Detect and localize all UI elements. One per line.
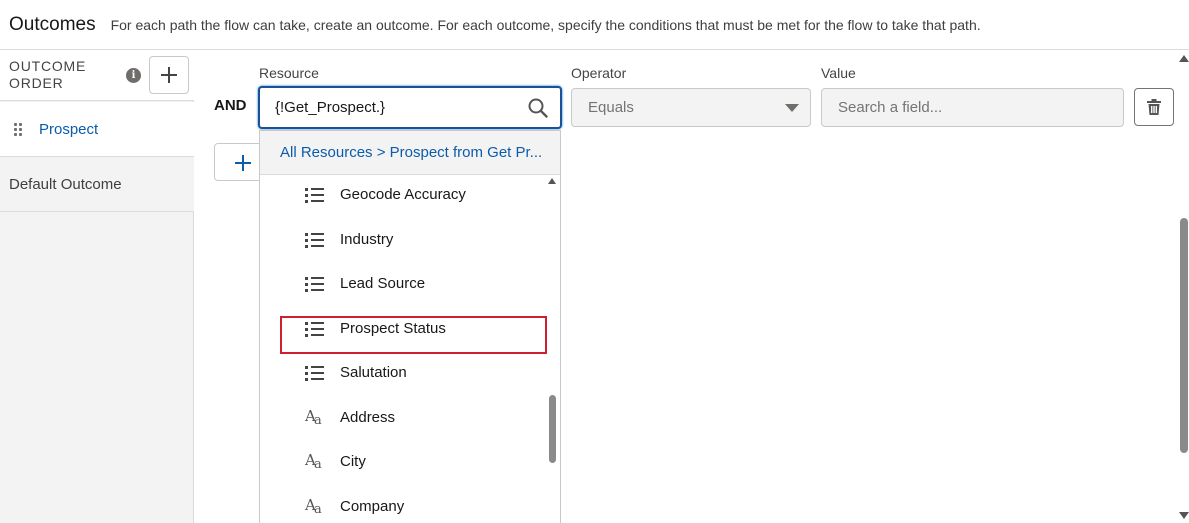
picklist-icon: [304, 364, 326, 382]
dropdown-item-label: Lead Source: [340, 275, 426, 292]
dropdown-item-label: City: [340, 453, 366, 470]
value-label: Value: [821, 65, 856, 81]
dropdown-item-label: Address: [340, 409, 396, 426]
section-header: Outcomes For each path the flow can take…: [0, 0, 1189, 50]
plus-icon: [235, 155, 251, 171]
condition-logic-label: AND: [214, 97, 247, 114]
dropdown-item-label: Salutation: [340, 364, 407, 381]
resource-input[interactable]: {!Get_Prospect.}: [258, 86, 562, 129]
outcome-label: Prospect: [39, 120, 99, 138]
drag-handle-icon[interactable]: [14, 123, 22, 137]
picklist-icon: [304, 186, 326, 204]
resource-dropdown: All Resources > Prospect from Get Pr... …: [259, 130, 561, 523]
outcome-sidebar: OUTCOME ORDER i Prospect Default Outcome: [0, 51, 194, 523]
operator-select[interactable]: Equals: [571, 88, 811, 127]
dropdown-scrollbar[interactable]: [546, 175, 558, 523]
text-field-icon: Aa: [305, 451, 322, 472]
value-placeholder: Search a field...: [838, 99, 943, 116]
section-title: Outcomes: [9, 13, 96, 35]
resource-value: {!Get_Prospect.}: [275, 99, 386, 116]
search-icon[interactable]: [528, 98, 548, 118]
dropdown-item-label: Industry: [340, 231, 394, 248]
text-field-icon: Aa: [305, 496, 322, 517]
scroll-up-icon[interactable]: [548, 178, 556, 184]
outcome-order-header: OUTCOME ORDER i: [0, 51, 194, 101]
dropdown-item-geocode-accuracy[interactable]: Geocode Accuracy: [260, 175, 546, 215]
dropdown-item-address[interactable]: Aa Address: [260, 398, 546, 438]
dropdown-item-salutation[interactable]: Salutation: [260, 353, 546, 393]
highlight-annotation: [280, 316, 547, 354]
dropdown-scrollbar-thumb[interactable]: [549, 395, 556, 463]
picklist-icon: [304, 275, 326, 293]
outcome-label: Default Outcome: [9, 175, 122, 193]
plus-icon: [161, 67, 177, 83]
dropdown-item-label: Geocode Accuracy: [340, 186, 466, 203]
outcome-item-prospect[interactable]: Prospect: [0, 102, 194, 157]
outcome-item-default[interactable]: Default Outcome: [0, 157, 194, 212]
dropdown-item-city[interactable]: Aa City: [260, 442, 546, 482]
dropdown-item-industry[interactable]: Industry: [260, 220, 546, 260]
value-input[interactable]: Search a field...: [821, 88, 1124, 127]
dropdown-breadcrumb[interactable]: All Resources > Prospect from Get Pr...: [260, 131, 560, 175]
page-scrollbar-thumb[interactable]: [1180, 218, 1188, 453]
section-description: For each path the flow can take, create …: [110, 16, 981, 33]
scroll-down-icon[interactable]: [1179, 512, 1189, 519]
scroll-up-icon[interactable]: [1179, 55, 1189, 62]
picklist-icon: [304, 231, 326, 249]
operator-value: Equals: [588, 99, 634, 116]
text-field-icon: Aa: [305, 407, 322, 428]
trash-icon: [1147, 99, 1161, 115]
add-outcome-button[interactable]: [149, 56, 189, 94]
delete-condition-button[interactable]: [1134, 88, 1174, 126]
dropdown-item-lead-source[interactable]: Lead Source: [260, 264, 546, 304]
dropdown-item-company[interactable]: Aa Company: [260, 487, 546, 523]
chevron-down-icon: [785, 104, 799, 112]
dropdown-item-label: Company: [340, 498, 405, 515]
info-icon[interactable]: i: [126, 68, 141, 83]
resource-label: Resource: [259, 65, 319, 81]
operator-label: Operator: [571, 65, 627, 81]
outcome-order-label: OUTCOME ORDER: [9, 58, 87, 91]
